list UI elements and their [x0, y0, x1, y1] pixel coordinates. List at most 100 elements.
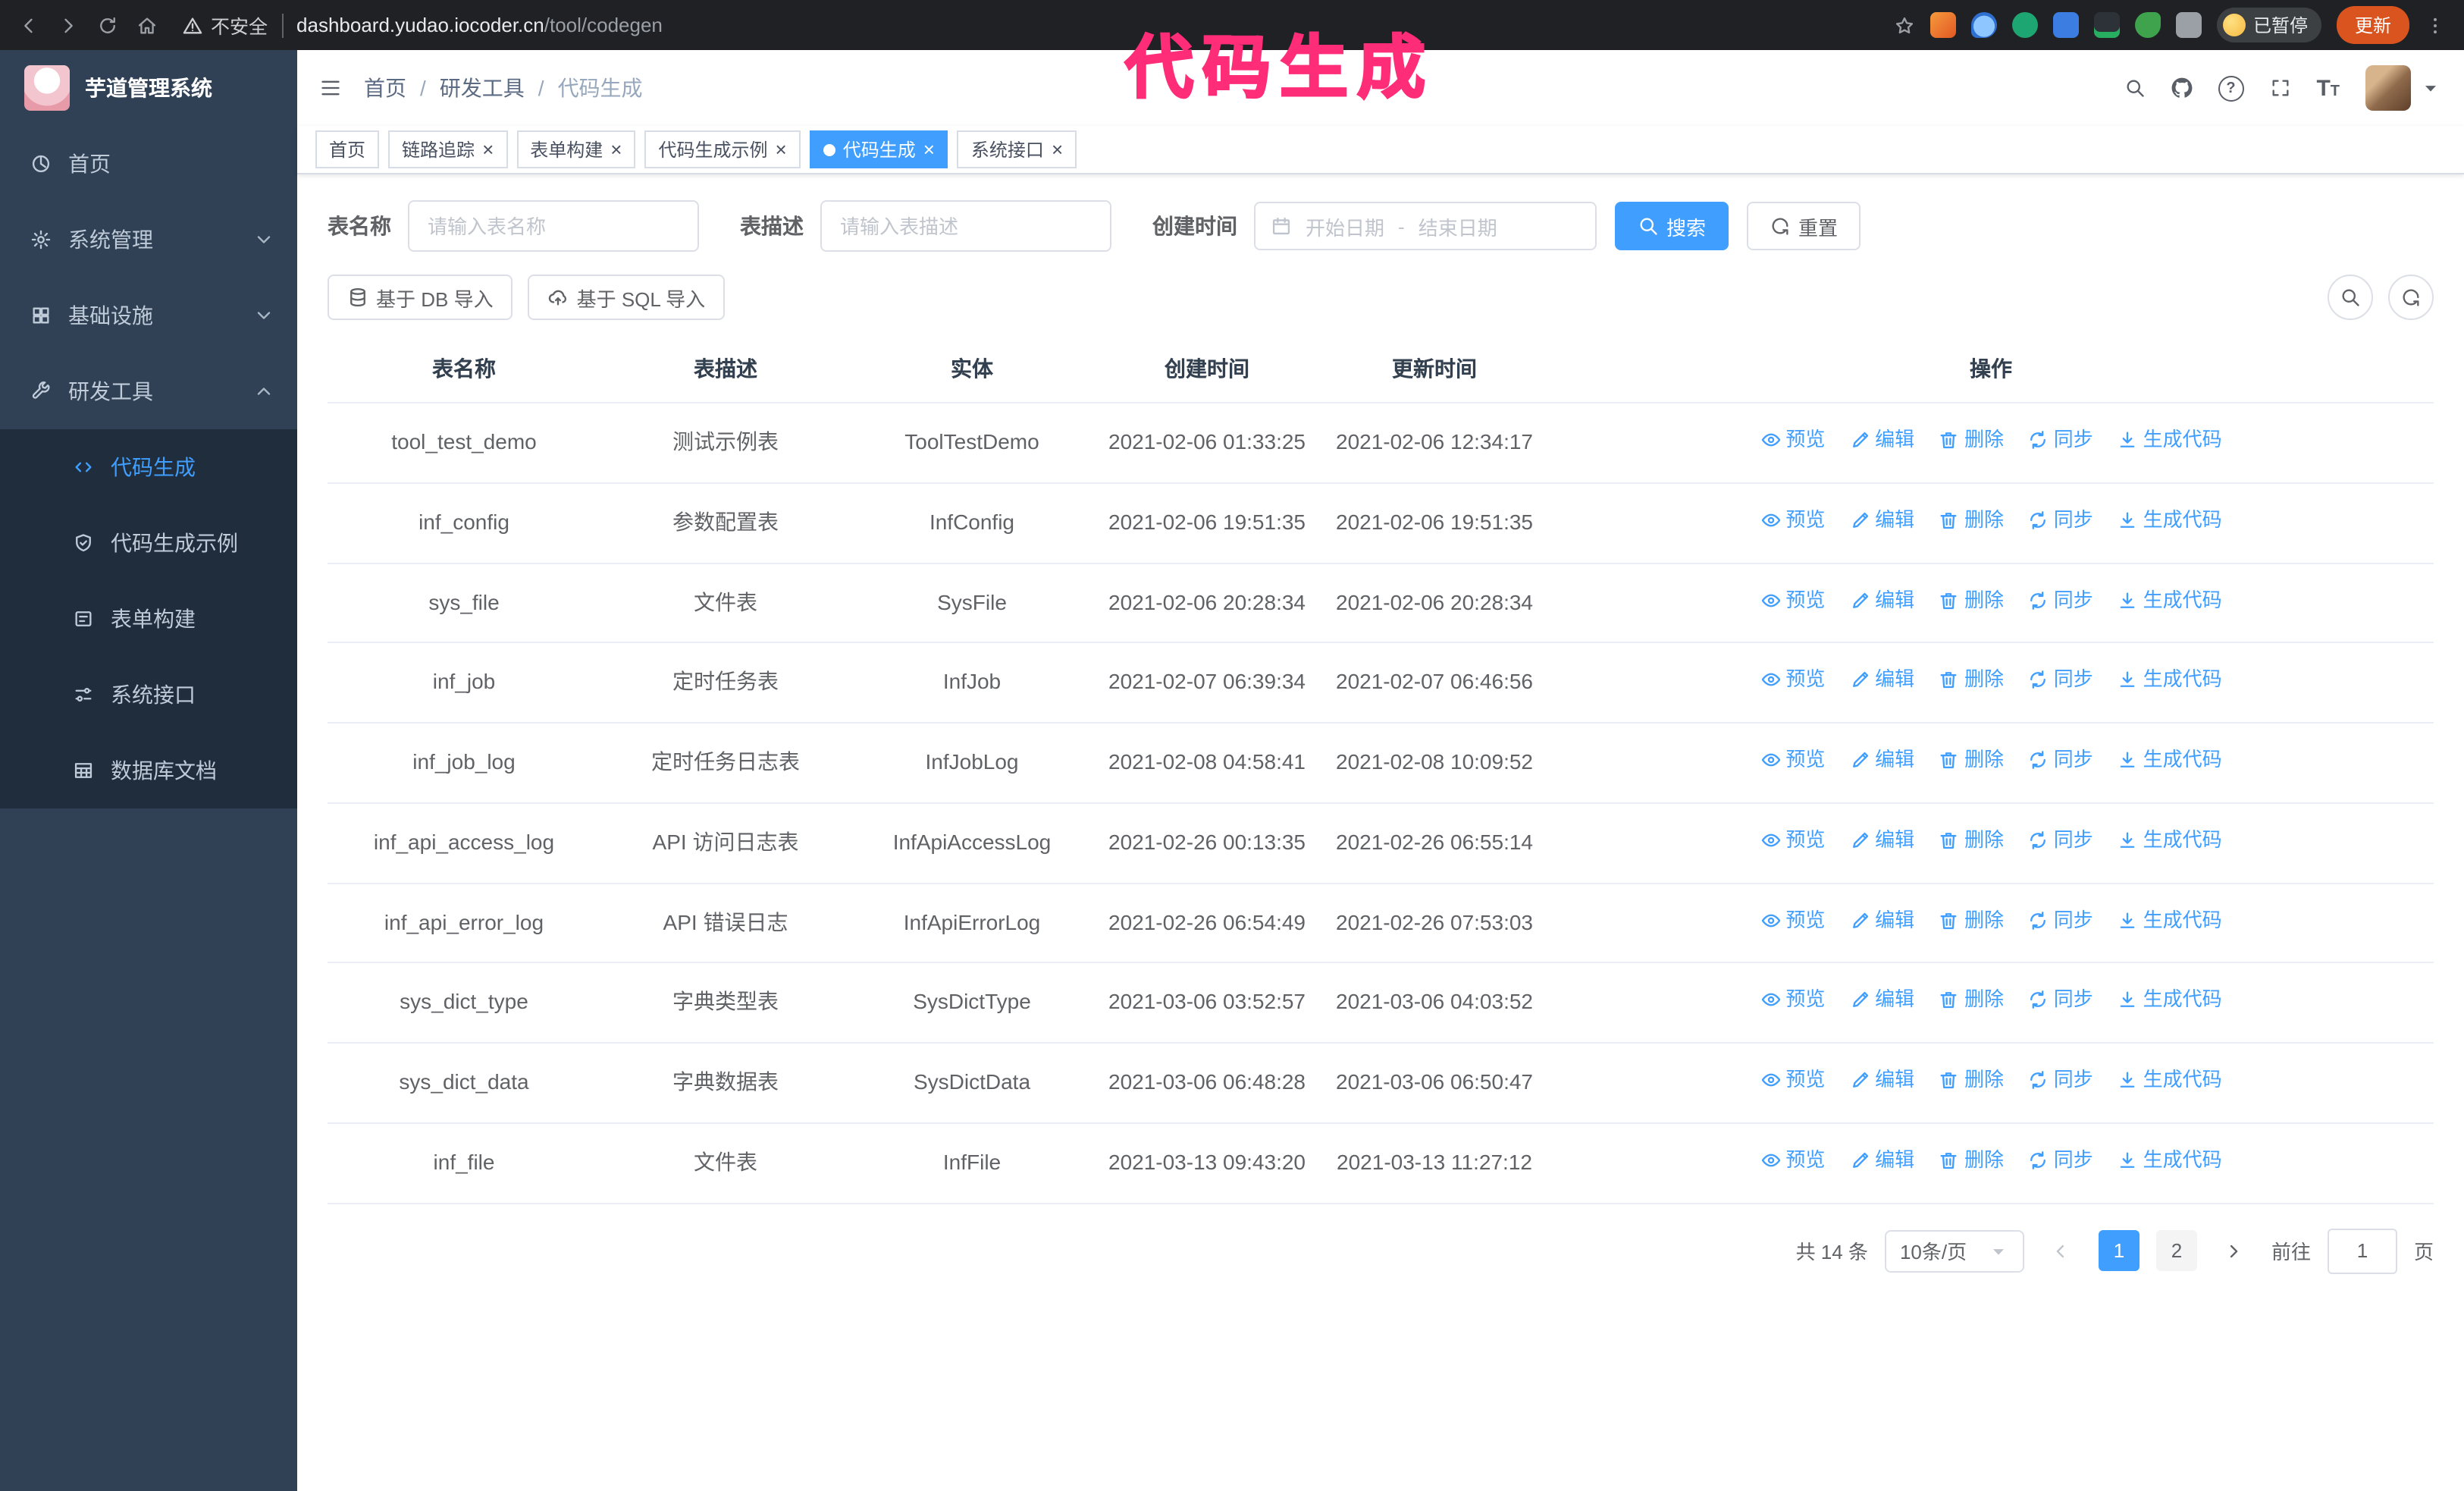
generate-code-link[interactable]: 生成代码 [2118, 425, 2222, 455]
tab-form-builder[interactable]: 表单构建 × [516, 130, 636, 168]
edit-link[interactable]: 编辑 [1849, 745, 1914, 775]
goto-page-input[interactable] [2327, 1228, 2397, 1273]
delete-link[interactable]: 删除 [1939, 505, 2004, 535]
import-sql-button[interactable]: 基于 SQL 导入 [528, 275, 726, 320]
delete-link[interactable]: 删除 [1939, 905, 2004, 935]
sync-link[interactable]: 同步 [2028, 825, 2093, 855]
sync-link[interactable]: 同步 [2028, 905, 2093, 935]
delete-link[interactable]: 删除 [1939, 1145, 2004, 1176]
generate-code-link[interactable]: 生成代码 [2118, 665, 2222, 695]
sidebar-item-form-builder[interactable]: 表单构建 [0, 581, 297, 657]
sidebar-item-home[interactable]: 首页 [0, 126, 297, 202]
table-name-input[interactable] [408, 200, 699, 252]
preview-link[interactable]: 预览 [1760, 585, 1825, 615]
browser-update-button[interactable]: 更新 [2336, 6, 2409, 44]
generate-code-link[interactable]: 生成代码 [2118, 905, 2222, 935]
preview-link[interactable]: 预览 [1760, 825, 1825, 855]
generate-code-link[interactable]: 生成代码 [2118, 505, 2222, 535]
preview-link[interactable]: 预览 [1760, 745, 1825, 775]
sidebar-item-dev-tools[interactable]: 研发工具 [0, 353, 297, 429]
preview-link[interactable]: 预览 [1760, 425, 1825, 455]
toggle-search-button[interactable] [2328, 275, 2373, 320]
sync-link[interactable]: 同步 [2028, 505, 2093, 535]
generate-code-link[interactable]: 生成代码 [2118, 1145, 2222, 1176]
search-button[interactable]: 搜索 [1615, 202, 1729, 250]
tab-close-icon[interactable]: × [1052, 140, 1063, 159]
preview-link[interactable]: 预览 [1760, 1065, 1825, 1095]
generate-code-link[interactable]: 生成代码 [2118, 745, 2222, 775]
edit-link[interactable]: 编辑 [1849, 585, 1914, 615]
tab-codegen-example[interactable]: 代码生成示例 × [644, 130, 801, 168]
fullscreen-icon[interactable] [2269, 77, 2290, 99]
tab-close-icon[interactable]: × [482, 140, 494, 159]
preview-link[interactable]: 预览 [1760, 505, 1825, 535]
delete-link[interactable]: 删除 [1939, 825, 2004, 855]
delete-link[interactable]: 删除 [1939, 985, 2004, 1015]
sync-link[interactable]: 同步 [2028, 985, 2093, 1015]
edit-link[interactable]: 编辑 [1849, 505, 1914, 535]
edit-link[interactable]: 编辑 [1849, 425, 1914, 455]
help-icon[interactable]: ? [2218, 75, 2244, 101]
delete-link[interactable]: 删除 [1939, 745, 2004, 775]
sidebar-item-infrastructure[interactable]: 基础设施 [0, 278, 297, 353]
sync-link[interactable]: 同步 [2028, 665, 2093, 695]
sidebar-item-system-api[interactable]: 系统接口 [0, 657, 297, 733]
delete-link[interactable]: 删除 [1939, 1065, 2004, 1095]
tab-close-icon[interactable]: × [776, 140, 787, 159]
extension-icon-blue[interactable] [2052, 12, 2079, 38]
prev-page-button[interactable] [2041, 1230, 2082, 1271]
address-bar[interactable]: 不安全 dashboard.yudao.iocoder.cn/tool/code… [182, 11, 1876, 39]
sidebar-item-code-generation[interactable]: 代码生成 [0, 429, 297, 505]
edit-link[interactable]: 编辑 [1849, 825, 1914, 855]
tab-system-api[interactable]: 系统接口 × [957, 130, 1077, 168]
delete-link[interactable]: 删除 [1939, 665, 2004, 695]
sidebar-item-codegen-example[interactable]: 代码生成示例 [0, 505, 297, 581]
github-icon[interactable] [2171, 77, 2192, 99]
generate-code-link[interactable]: 生成代码 [2118, 825, 2222, 855]
sync-link[interactable]: 同步 [2028, 1145, 2093, 1176]
preview-link[interactable]: 预览 [1760, 1145, 1825, 1176]
delete-link[interactable]: 删除 [1939, 585, 2004, 615]
delete-link[interactable]: 删除 [1939, 425, 2004, 455]
extension-icon-orange[interactable] [1930, 12, 1956, 38]
page-button-2[interactable]: 2 [2155, 1230, 2197, 1271]
hamburger-icon[interactable] [320, 77, 341, 99]
sync-link[interactable]: 同步 [2028, 1065, 2093, 1095]
table-desc-input[interactable] [820, 200, 1111, 252]
edit-link[interactable]: 编辑 [1849, 665, 1914, 695]
reset-button[interactable]: 重置 [1747, 202, 1861, 250]
page-button-1[interactable]: 1 [2098, 1230, 2140, 1271]
sidebar-logo[interactable]: 芋道管理系统 [0, 50, 297, 126]
preview-link[interactable]: 预览 [1760, 905, 1825, 935]
font-size-icon[interactable]: TT [2316, 75, 2340, 101]
edit-link[interactable]: 编辑 [1849, 1065, 1914, 1095]
import-db-button[interactable]: 基于 DB 导入 [328, 275, 513, 320]
page-size-select[interactable]: 10条/页 [1884, 1229, 2024, 1272]
edit-link[interactable]: 编辑 [1849, 985, 1914, 1015]
user-menu[interactable] [2365, 65, 2441, 111]
tab-close-icon[interactable]: × [923, 140, 935, 159]
preview-link[interactable]: 预览 [1760, 985, 1825, 1015]
sync-link[interactable]: 同步 [2028, 425, 2093, 455]
edit-link[interactable]: 编辑 [1849, 905, 1914, 935]
extension-icon-drop[interactable] [1970, 12, 1997, 38]
generate-code-link[interactable]: 生成代码 [2118, 585, 2222, 615]
extension-icon-dark[interactable] [2093, 12, 2120, 38]
tab-tracing[interactable]: 链路追踪 × [388, 130, 508, 168]
breadcrumb-home[interactable]: 首页 [364, 73, 406, 103]
generate-code-link[interactable]: 生成代码 [2118, 985, 2222, 1015]
date-range-picker[interactable]: 开始日期 - 结束日期 [1254, 202, 1597, 250]
browser-forward-icon[interactable] [58, 14, 79, 36]
extension-icon-leaf[interactable] [2134, 12, 2161, 38]
preview-link[interactable]: 预览 [1760, 665, 1825, 695]
sync-link[interactable]: 同步 [2028, 585, 2093, 615]
sidebar-item-db-doc[interactable]: 数据库文档 [0, 733, 297, 808]
tab-code-generation[interactable]: 代码生成 × [809, 130, 948, 168]
browser-reload-icon[interactable] [97, 14, 118, 36]
profile-paused-badge[interactable]: 已暂停 [2216, 8, 2321, 42]
next-page-button[interactable] [2214, 1230, 2255, 1271]
breadcrumb-dev-tools[interactable]: 研发工具 [440, 73, 525, 103]
browser-menu-dots-icon[interactable] [2425, 14, 2446, 36]
tab-close-icon[interactable]: × [610, 140, 622, 159]
extension-icon-green-circle[interactable] [2011, 12, 2038, 38]
